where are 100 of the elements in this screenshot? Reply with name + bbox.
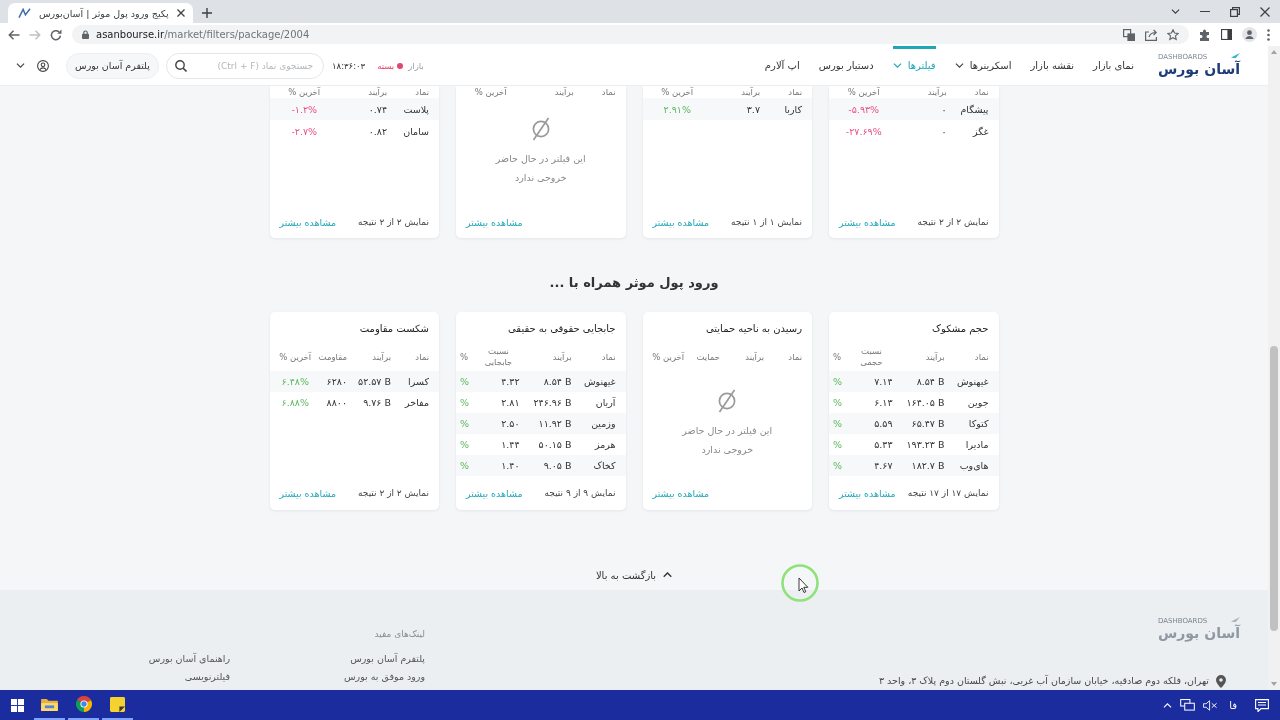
table-cell-text: های‌وب: [958, 460, 989, 471]
column-header: آخرین %: [278, 351, 313, 363]
nav-tab[interactable]: نمای بازار: [1093, 46, 1134, 85]
scrollbar-thumb[interactable]: [1270, 346, 1278, 631]
back-arrow-icon[interactable]: [8, 28, 20, 41]
user-icon[interactable]: [37, 59, 49, 72]
column-header: آخرین %: [846, 86, 881, 98]
nav-tab[interactable]: دستیار بورس: [818, 46, 874, 85]
column-header: آخرین %: [473, 86, 508, 98]
empty-message: این فیلتر در حال حاضر خروجی ندارد: [494, 152, 587, 185]
table-cell-text: پیشگام: [959, 103, 989, 115]
table-cell-text: سامان: [402, 125, 429, 137]
nav-tab[interactable]: نقشه بازار: [1030, 46, 1075, 85]
minimize-icon[interactable]: [1200, 10, 1210, 13]
caret-up-icon[interactable]: [1163, 702, 1173, 708]
table-cell-text: -۲.۷%: [290, 125, 319, 137]
result-count: نمایش ۲ از ۲ نتیجه: [358, 217, 429, 227]
footer-link[interactable]: پلتفرم آسان بورس: [350, 652, 425, 666]
table-cell-text: آریان: [594, 397, 616, 408]
location-pin-icon: [1216, 674, 1226, 688]
table-cell-text: ۴.۶۷: [873, 460, 893, 471]
table-cell-text: غگز: [971, 125, 989, 137]
paper-plane-icon: [1231, 617, 1240, 623]
platform-button[interactable]: پلتفرم آسان بورس: [66, 52, 159, 79]
table-cell-text: ۱.۴۴: [500, 439, 520, 450]
search-field[interactable]: جستجوی نماد (Ctrl + F): [166, 52, 324, 79]
table-cell-text: ۴.۳۲: [500, 376, 520, 387]
paper-plane-icon: [1231, 53, 1240, 59]
close-icon[interactable]: [1260, 6, 1270, 17]
browser-tab[interactable]: پکیج ورود پول موثر | آسان‌بورس: [8, 3, 193, 23]
column-header: نماد: [787, 86, 802, 98]
result-count: نمایش ۲ از ۲ نتیجه: [917, 217, 989, 227]
column-header: نسبت جابجایی: [483, 346, 514, 368]
caret-down-icon[interactable]: [16, 63, 25, 68]
column-header: برآیند: [744, 351, 764, 363]
table-cell-text: مادیرا: [964, 439, 989, 450]
table-cell-text: ۹.۰۵ B: [542, 460, 572, 471]
nav-tab[interactable]: اپ آلارم: [764, 46, 800, 85]
column-header: نماد: [600, 86, 616, 98]
table-cell-text: غیهنوش: [955, 376, 989, 387]
column-header: نماد: [973, 86, 989, 98]
section-title: ورود پول موثر همراه با ...: [549, 274, 719, 292]
table-cell-text: ۷.۱۴: [873, 376, 893, 387]
column-header: برآیند: [371, 351, 391, 363]
result-count: نمایش ۱۷ از ۱۷ نتیجه: [907, 488, 989, 498]
back-to-top-button[interactable]: بازگشت به بالا: [595, 565, 673, 585]
address-field[interactable]: asanbourse.ir/market/filters/package/2004: [72, 25, 1189, 44]
translate-icon[interactable]: [1123, 28, 1135, 41]
table-cell-text: ۶۵.۴۷ B: [910, 418, 945, 429]
close-icon[interactable]: [176, 9, 185, 17]
puzzle-icon[interactable]: [1199, 28, 1211, 41]
column-header: برآیند: [926, 86, 947, 98]
table-cell-text: ۱۱.۹۲ B: [537, 418, 572, 429]
speaker-muted-icon[interactable]: [1203, 699, 1218, 711]
star-icon[interactable]: [1167, 28, 1179, 41]
table-cell-text: ۵۰.۱۵ B: [537, 439, 572, 450]
column-header: %: [460, 351, 470, 363]
column-header: حمایت: [695, 351, 720, 363]
footer-link[interactable]: ورود موفق به بورس: [344, 670, 425, 684]
share-icon[interactable]: [1145, 28, 1157, 41]
table-cell-text: وزمین: [590, 418, 616, 429]
table-cell-text: ۲۴۶.۹۶ B: [532, 397, 572, 408]
table-cell-text: کاربا: [783, 103, 802, 115]
table-cell-text: ۰.۷۴: [367, 103, 387, 115]
notification-icon[interactable]: [1255, 698, 1269, 712]
restore-icon[interactable]: [1230, 6, 1240, 17]
table-cell-text: ۵۲.۵۷ B: [357, 376, 391, 387]
nav-tab[interactable]: اسکرینرها: [954, 46, 1012, 85]
avatar-icon[interactable]: [1242, 27, 1257, 42]
table-cell-text: %: [833, 397, 844, 408]
scrollbar[interactable]: [1268, 46, 1280, 690]
kebab-menu-icon[interactable]: [1267, 28, 1270, 41]
footer-link[interactable]: فیلترنویسی: [184, 670, 230, 684]
table-cell-text: ۲.۹۱%: [662, 103, 692, 115]
side-panel-icon[interactable]: [1221, 29, 1232, 40]
table-cell-text: %: [833, 418, 844, 429]
table-cell-text: جوین: [966, 397, 989, 408]
logo-wordmark[interactable]: آسان بورس: [1157, 61, 1240, 78]
table-cell-text: ۳.۷: [745, 103, 760, 115]
column-header: آخرین %: [287, 86, 322, 98]
card-title: حجم مشکوک: [931, 322, 990, 337]
table-cell-text: %: [460, 397, 471, 408]
network-icon[interactable]: [1180, 699, 1196, 711]
table-cell-text: ۱۶۴.۰۵ B: [905, 397, 945, 408]
result-count: نمایش ۱ از ۱ نتیجه: [731, 217, 802, 227]
reload-icon[interactable]: [50, 28, 62, 41]
table-cell-text: مفاخر: [403, 397, 429, 408]
table-cell-text: غیهنوش: [582, 376, 616, 387]
column-header: برآیند: [367, 86, 387, 98]
caret-down-icon[interactable]: [1171, 9, 1180, 14]
language-indicator[interactable]: فا: [1229, 699, 1237, 711]
table-cell-text: ۰: [940, 125, 947, 137]
card-title: شکست مقاومت: [358, 322, 430, 337]
column-header: مقاومت: [317, 351, 347, 363]
table-cell-text: کتوکا: [967, 418, 989, 429]
footer-link[interactable]: راهنمای آسان بورس: [148, 652, 230, 666]
market-label: بازار: [408, 60, 424, 71]
result-count: نمایش ۲ از ۲ نتیجه: [358, 488, 429, 498]
plus-icon[interactable]: [201, 8, 212, 18]
column-header: آخرین %: [660, 86, 695, 98]
